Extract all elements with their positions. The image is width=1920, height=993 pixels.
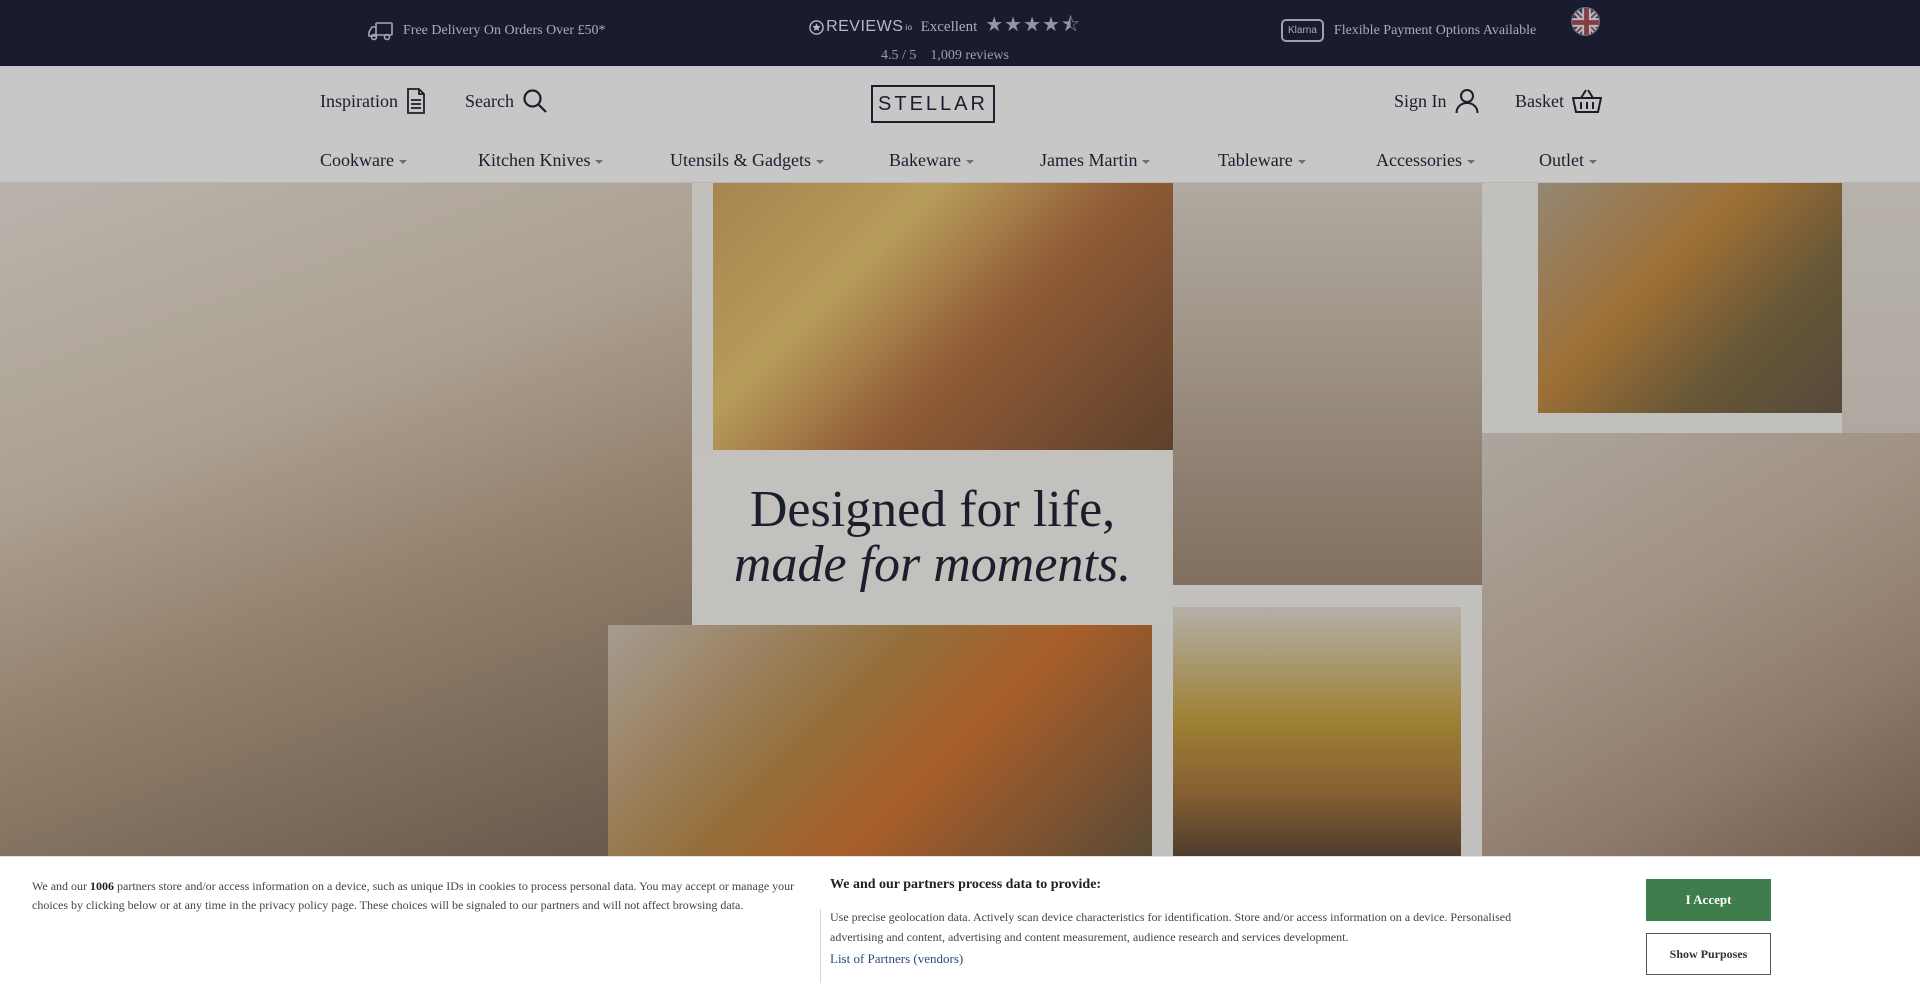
hero-photo-pan-vegetables [608,625,1152,856]
hero-photo-roasted-veg-pan [1538,183,1842,413]
user-icon [1455,89,1479,114]
rating-stars-icon: ★★★★⯪ [985,14,1081,36]
show-purposes-button[interactable]: Show Purposes [1646,933,1771,975]
consent-divider [820,909,821,983]
tagline-line-1: Designed for life, [749,480,1116,538]
reviews-logo-text: REVIEWS [826,18,904,35]
nav-tableware[interactable]: Tableware [1218,150,1306,171]
nav-kitchen-knives[interactable]: Kitchen Knives [478,150,604,171]
reviews-logo: REVIEWS io [809,18,913,36]
hero-collage[interactable]: Designed for life, made for moments. [0,183,1920,856]
klarna-logo-icon: Klarna [1281,19,1324,42]
chevron-down-icon [398,159,407,164]
hero-photo-woman-cooking [0,183,692,856]
consent-intro-suffix: partners store and/or access information… [32,879,795,912]
promo-bar: Free Delivery On Orders Over £50* REVIEW… [0,0,1920,66]
tagline-line-2: made for moments. [733,535,1132,593]
site-header: Inspiration Search STELLAR Sign In Baske… [0,66,1920,183]
purposes-title: We and our partners process data to prov… [830,877,1102,892]
nav-cookware[interactable]: Cookware [320,150,407,171]
search-link[interactable]: Search [465,88,548,114]
chevron-down-icon [965,159,974,164]
hero-tagline: Designed for life, made for moments. [692,450,1173,625]
chevron-down-icon [1297,159,1306,164]
basket-icon [1572,89,1602,113]
nav-label: Bakeware [889,150,961,170]
nav-label: Kitchen Knives [478,150,591,170]
document-icon [407,88,425,114]
basket-link[interactable]: Basket [1515,88,1602,114]
nav-utensils-gadgets[interactable]: Utensils & Gadgets [670,150,824,171]
purposes-text: Use precise geolocation data. Actively s… [830,910,1512,944]
inspiration-label: Inspiration [320,90,398,111]
nav-james-martin[interactable]: James Martin [1040,150,1151,171]
reviews-logo-suffix: io [905,22,913,32]
stellar-logo[interactable]: STELLAR [871,85,995,123]
accept-button[interactable]: I Accept [1646,879,1771,921]
nav-label: Cookware [320,150,394,170]
nav-bakeware[interactable]: Bakeware [889,150,974,171]
hero-photo-woman-bottle [1173,183,1482,585]
consent-intro-prefix: We and our [32,879,91,893]
search-icon [523,89,547,113]
chevron-down-icon [1142,159,1151,164]
main-navigation: Cookware Kitchen Knives Utensils & Gadge… [320,150,1600,174]
cookie-consent-banner: We and our 1006 partners store and/or ac… [0,856,1920,993]
search-label: Search [465,90,514,111]
chevron-down-icon [1589,159,1597,164]
sign-in-label: Sign In [1394,90,1447,111]
hero-gap [1173,585,1482,607]
reviews-score: 4.5 / 5 [881,48,917,63]
consent-intro: We and our 1006 partners store and/or ac… [32,877,807,915]
partners-list-link[interactable]: List of Partners (vendors) [830,951,963,967]
nav-outlet[interactable]: Outlet [1539,150,1597,171]
chevron-down-icon [595,159,604,164]
delivery-text: Free Delivery On Orders Over £50* [403,23,606,38]
uk-flag-icon[interactable] [1571,7,1600,36]
chevron-down-icon [1466,159,1475,164]
sign-in-link[interactable]: Sign In [1394,88,1479,114]
nav-label: Outlet [1539,150,1584,170]
payment-promo: Klarna Flexible Payment Options Availabl… [1281,19,1536,42]
nav-label: James Martin [1040,150,1138,170]
basket-label: Basket [1515,90,1564,111]
chevron-down-icon [816,159,824,164]
nav-label: Utensils & Gadgets [670,150,811,170]
delivery-truck-icon [368,22,393,41]
nav-label: Accessories [1376,150,1462,170]
hero-photo-knife-squash [713,183,1216,450]
reviews-rating-word: Excellent [920,18,978,35]
hero-photo-oil-drizzle [1173,607,1461,856]
delivery-promo: Free Delivery On Orders Over £50* [368,20,606,42]
inspiration-link[interactable]: Inspiration [320,88,426,114]
reviews-count: 1,009 reviews [930,48,1009,63]
reviews-star-badge-icon [809,19,824,35]
hero-photo-serving-table [1482,433,1920,856]
consent-purposes: We and our partners process data to prov… [830,877,1530,968]
payment-text: Flexible Payment Options Available [1333,22,1537,38]
nav-accessories[interactable]: Accessories [1376,150,1475,171]
partner-count: 1006 [90,879,115,893]
nav-label: Tableware [1218,150,1293,170]
reviews-widget[interactable]: REVIEWS io Excellent ★★★★⯪ 4.5 / 5 1,009 … [800,10,1090,64]
